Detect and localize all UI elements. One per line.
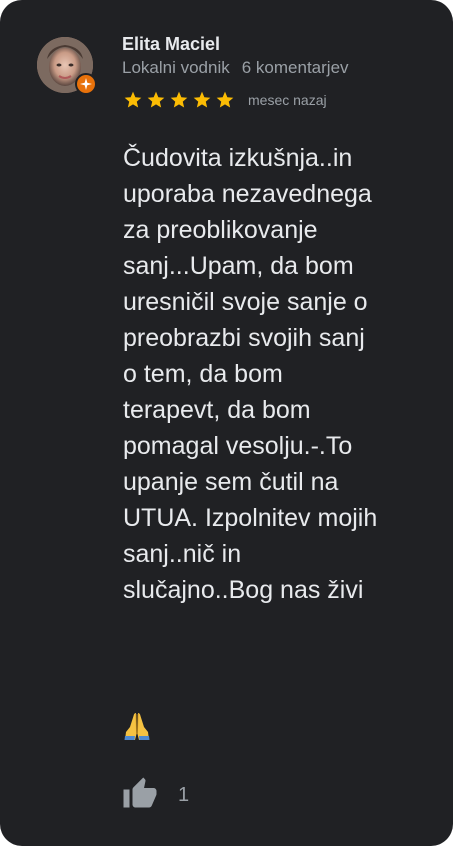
star-icon xyxy=(147,91,165,108)
star-rating xyxy=(123,90,238,110)
reviewer-avatar[interactable] xyxy=(37,37,97,95)
like-count: 1 xyxy=(178,784,190,806)
review-card: Elita Maciel Lokalni vodnik 6 komentarjev… xyxy=(0,0,453,846)
reviewer-role: Lokalni vodnik xyxy=(122,58,230,77)
reviewer-reviews-count: 6 komentarjev xyxy=(241,58,349,77)
rating-row: mesec nazaj xyxy=(123,90,327,110)
thumbs-up-icon xyxy=(123,777,157,808)
star-icon xyxy=(170,91,188,108)
reviewer-meta: Lokalni vodnik 6 komentarjev xyxy=(122,57,349,79)
star-icon xyxy=(193,91,211,108)
like-button[interactable] xyxy=(121,775,163,813)
review-time: mesec nazaj xyxy=(248,92,327,108)
star-icon xyxy=(216,91,234,108)
reviewer-name[interactable]: Elita Maciel xyxy=(122,33,220,55)
local-guide-badge-icon xyxy=(75,73,97,95)
review-text: Čudovita izkušnja..in uporaba nezavedneg… xyxy=(123,144,378,604)
star-icon xyxy=(124,91,142,108)
folded-hands-icon xyxy=(124,713,150,740)
